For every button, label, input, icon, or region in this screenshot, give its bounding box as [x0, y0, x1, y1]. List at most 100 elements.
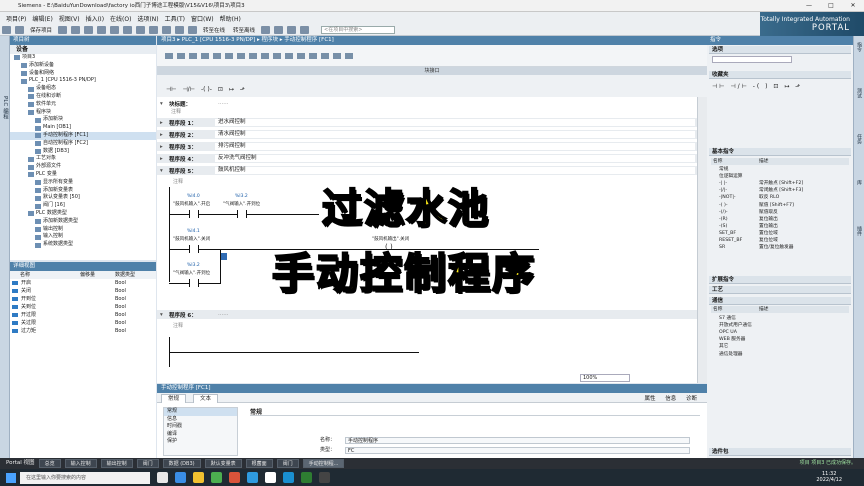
watch-table-icon[interactable]: [273, 52, 281, 59]
tree-item[interactable]: PLC_1 [CPU 1516-3 PN/DP]: [10, 77, 156, 85]
upload-icon[interactable]: [175, 25, 185, 34]
edge-icon[interactable]: [175, 472, 186, 483]
tree-item[interactable]: 添加新数据类型: [10, 218, 156, 226]
delete-network-icon[interactable]: [177, 52, 185, 59]
start-cpu-icon[interactable]: [274, 25, 284, 34]
insert-marker-icon[interactable]: [220, 253, 227, 260]
network-4-title[interactable]: 反冲洗气阀控制: [215, 155, 695, 162]
nav-info[interactable]: 信息: [164, 416, 237, 424]
factory-io-icon[interactable]: [301, 472, 312, 483]
editor-vertical-scrollbar[interactable]: [697, 97, 707, 383]
tree-item[interactable]: 输出控制: [10, 226, 156, 234]
tree-item[interactable]: 数据 [DB3]: [10, 148, 156, 156]
tree-item[interactable]: 添加新块: [10, 116, 156, 124]
menu-view[interactable]: 视图(V): [59, 14, 80, 23]
print-icon[interactable]: [58, 25, 68, 34]
favorites-icon[interactable]: [249, 52, 257, 59]
nav-protection[interactable]: 保护: [164, 438, 237, 446]
technology-section[interactable]: 工艺: [709, 286, 851, 294]
collapse-arrow-icon[interactable]: ▾: [160, 312, 166, 318]
nav-general[interactable]: 常规: [164, 408, 237, 416]
contact-1-operand[interactable]: "鼓风机输入".开启: [173, 201, 210, 207]
expand-arrow-icon[interactable]: ▸: [160, 156, 166, 162]
download-block-icon[interactable]: [297, 52, 305, 59]
menu-window[interactable]: 窗口(W): [191, 14, 214, 23]
name-field[interactable]: 手动控制程序: [345, 437, 690, 444]
contact-4[interactable]: [189, 279, 199, 287]
close-all-icon[interactable]: [225, 52, 233, 59]
insert-row-icon[interactable]: [189, 52, 197, 59]
instruction-item[interactable]: 常规: [711, 166, 849, 173]
monitor-icon[interactable]: [261, 52, 269, 59]
detail-row[interactable]: 开过限 Bool: [10, 311, 156, 319]
contact-1[interactable]: [189, 210, 199, 218]
block-title-field[interactable]: ......: [215, 100, 695, 107]
maximize-button[interactable]: □: [820, 0, 842, 12]
optional-packages-section[interactable]: 选件包: [709, 448, 851, 456]
go-offline-button[interactable]: 转至离线: [233, 26, 255, 34]
detail-row[interactable]: 关到位 Bool: [10, 303, 156, 311]
tree-item[interactable]: 工艺对象: [10, 155, 156, 163]
instruction-item[interactable]: S7 通信: [711, 315, 849, 322]
favorites-section[interactable]: 收藏夹: [709, 71, 851, 79]
contact-2[interactable]: [237, 210, 247, 218]
contact-2-operand[interactable]: "气阀输入".开到位: [223, 201, 260, 207]
expand-arrow-icon[interactable]: ▸: [160, 120, 166, 126]
instruction-item[interactable]: RESET_BF 复位位域: [711, 237, 849, 244]
network-2-title[interactable]: 清水阀控制: [215, 131, 695, 138]
upload-block-icon[interactable]: [309, 52, 317, 59]
tree-item[interactable]: 输入控制: [10, 233, 156, 241]
side-tab-testing[interactable]: 测试: [856, 88, 863, 128]
tree-item[interactable]: 在线和诊断: [10, 93, 156, 101]
tree-item[interactable]: 项目3: [10, 54, 156, 62]
instruction-item[interactable]: SET_BF 置位位域: [711, 230, 849, 237]
stop-cpu-icon[interactable]: [287, 25, 297, 34]
network-3-title[interactable]: 排污阀控制: [215, 143, 695, 150]
instruction-item[interactable]: -(S) 置位输出: [711, 223, 849, 230]
menu-edit[interactable]: 编辑(E): [32, 14, 52, 23]
options-section[interactable]: 选项: [709, 46, 851, 54]
communication-section[interactable]: 通信: [709, 297, 851, 305]
extended-instructions-section[interactable]: 扩展指令: [709, 276, 851, 284]
portal-tab-valve[interactable]: 阀门: [136, 459, 159, 468]
tree-item[interactable]: 程序块: [10, 109, 156, 117]
detail-row[interactable]: 关过限 Bool: [10, 319, 156, 327]
devices-tab[interactable]: 设备: [10, 45, 156, 54]
network-4[interactable]: ▸ 程序段 4： 反冲洗气阀控制: [157, 154, 697, 163]
menu-insert[interactable]: 插入(I): [86, 14, 104, 23]
save-project-button[interactable]: 保存项目: [30, 26, 52, 34]
tree-item[interactable]: 系统数据类型: [10, 241, 156, 249]
instruction-item[interactable]: 位逻辑运算: [711, 173, 849, 180]
instruction-item[interactable]: -( )- 赋值 [Shift+F7]: [711, 202, 849, 209]
menu-options[interactable]: 选项(N): [137, 14, 158, 23]
open-project-icon[interactable]: [15, 25, 24, 34]
tree-item[interactable]: 添加新设备: [10, 62, 156, 70]
tree-item[interactable]: PLC 变量: [10, 171, 156, 179]
favorites-icons[interactable]: ⊣⊢ ⊣/⊢ -( ) ⊡ ↦ ⬏: [712, 83, 802, 90]
menu-project[interactable]: 项目(P): [6, 14, 26, 23]
instruction-item[interactable]: 其它: [711, 343, 849, 350]
absolute-operands-icon[interactable]: [237, 52, 245, 59]
open-branch-icon[interactable]: ↦: [229, 86, 234, 93]
portal-tab-default-tags[interactable]: 默认变量表: [204, 459, 242, 468]
nav-timestamps[interactable]: 时间戳: [164, 423, 237, 431]
redo-icon[interactable]: [136, 25, 146, 34]
instruction-item[interactable]: SR 置位/复位触发器: [711, 244, 849, 251]
accessible-devices-icon[interactable]: [261, 25, 271, 34]
portal-tab-valve-2[interactable]: 阀门: [276, 459, 299, 468]
network-1[interactable]: ▸ 程序段 1： 进水阀控制: [157, 118, 697, 127]
tab-diagnostics[interactable]: 诊断: [686, 396, 697, 402]
app-icon[interactable]: [229, 472, 240, 483]
task-view-icon[interactable]: [157, 472, 168, 483]
instruction-item[interactable]: -|NOT|- 取反 RLO: [711, 194, 849, 201]
network-6-title[interactable]: ......: [215, 311, 695, 318]
network-2[interactable]: ▸ 程序段 2： 清水阀控制: [157, 130, 697, 139]
instruction-item[interactable]: -(/)- 赋值取反: [711, 209, 849, 216]
side-tab-tasks[interactable]: 任务: [856, 134, 863, 174]
detail-row[interactable]: 过力矩 Bool: [10, 327, 156, 335]
menu-tools[interactable]: 工具(T): [165, 14, 185, 23]
tree-item[interactable]: 默认变量表 [50]: [10, 194, 156, 202]
network-3[interactable]: ▸ 程序段 3： 排污阀控制: [157, 142, 697, 151]
tree-item[interactable]: 添加新变量表: [10, 187, 156, 195]
taskbar-search-input[interactable]: 在这里输入你要搜索的内容: [20, 471, 150, 484]
